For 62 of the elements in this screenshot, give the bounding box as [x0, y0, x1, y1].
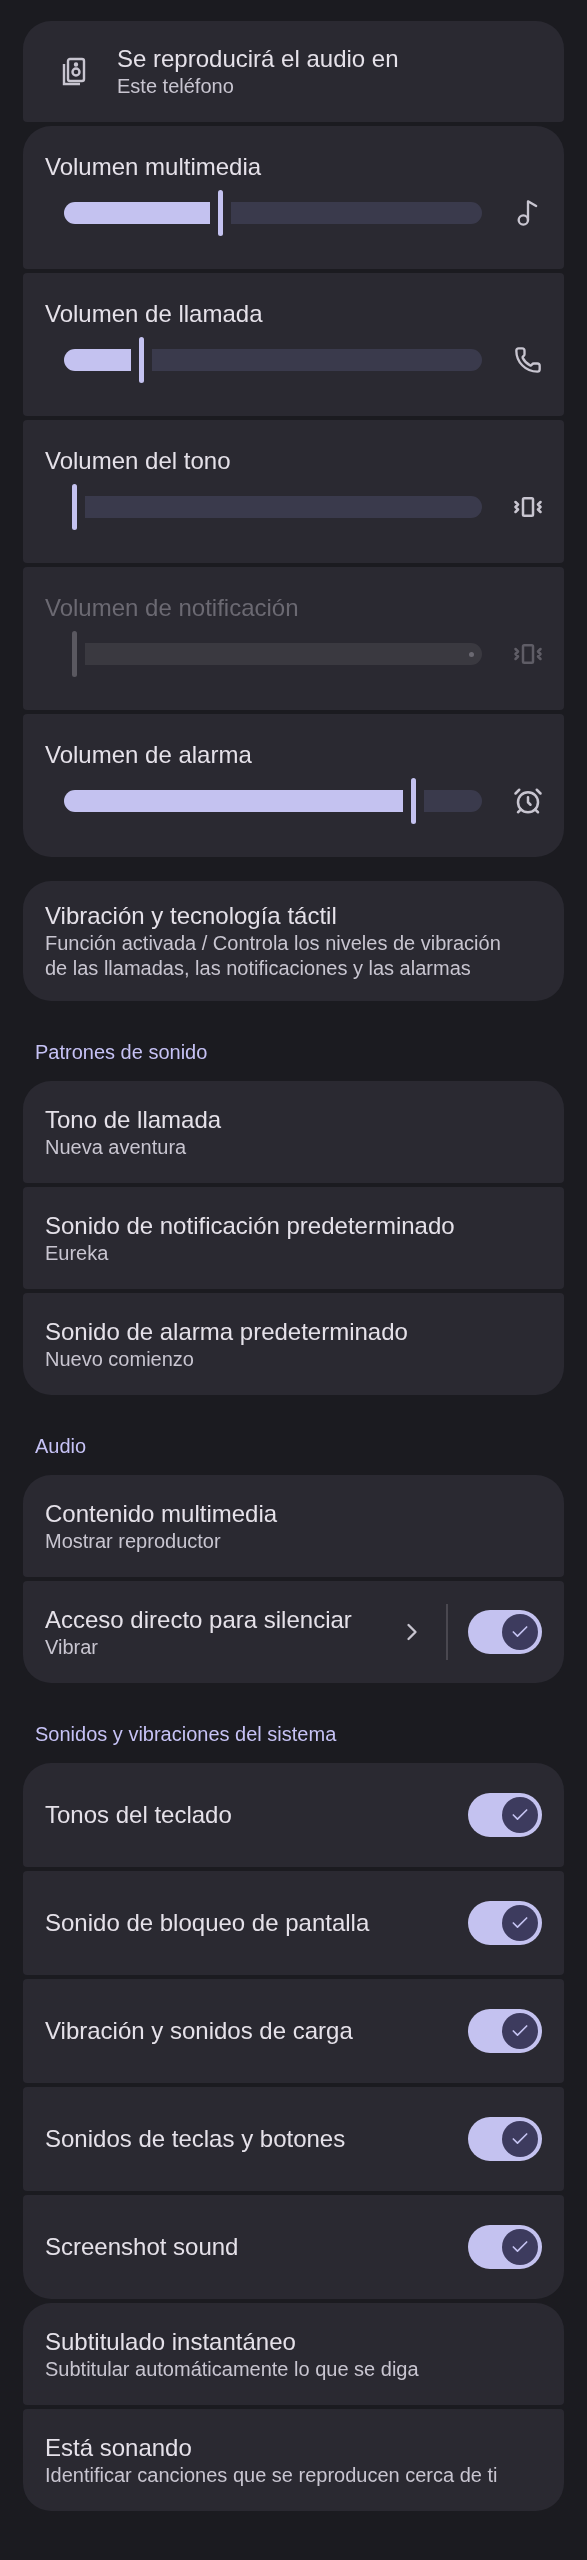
section-header: Sonidos y vibraciones del sistema: [34, 1722, 338, 1747]
row-title: Subtitulado instantáneo: [45, 2326, 297, 2357]
row-subtitle: Mostrar reproductor: [45, 1528, 222, 1554]
section-header: Audio: [34, 1434, 88, 1459]
section-header: Patrones de sonido: [34, 1040, 209, 1065]
audio-output-card[interactable]: Se reproducirá el audio en Este teléfono: [23, 21, 564, 122]
toggle-switch[interactable]: [468, 2225, 542, 2269]
toggle-switch[interactable]: [468, 2117, 542, 2161]
slider-track: [423, 790, 482, 812]
toggle-switch[interactable]: [468, 2009, 542, 2053]
row-subtitle: Identificar canciones que se reproducen cerca de ti: [45, 2462, 499, 2488]
volume-label: Volumen de notificación: [45, 593, 300, 623]
volume-slider[interactable]: [64, 337, 482, 383]
row-title: Sonido de notificación predeterminado: [45, 1210, 456, 1241]
row-subtitle: Nuevo comienzo: [45, 1346, 195, 1372]
settings-row[interactable]: Sonidos de teclas y botones: [23, 2087, 564, 2191]
settings-row[interactable]: Sonido de notificación predeterminado Eureka: [23, 1187, 564, 1289]
row-title: Sonido de alarma predeterminado: [45, 1316, 409, 1347]
output-title: Se reproducirá el audio en: [117, 44, 399, 74]
row-title: Tonos del teclado: [45, 1800, 233, 1830]
settings-row[interactable]: Contenido multimedia Mostrar reproductor: [23, 1475, 564, 1577]
phone-icon: [514, 346, 542, 374]
volume-label: Volumen multimedia: [45, 152, 263, 182]
row-title: Tono de llamada: [45, 1104, 223, 1135]
row-subtitle: Vibrar: [45, 1634, 99, 1660]
volume-slider[interactable]: [64, 190, 482, 236]
volume-label: Volumen del tono: [45, 446, 232, 476]
slider-thumb[interactable]: [72, 484, 77, 530]
slider-thumb[interactable]: [138, 337, 144, 383]
volume-slider[interactable]: [64, 778, 482, 824]
volume-label: Volumen de alarma: [45, 740, 253, 770]
row-subtitle: Eureka: [45, 1240, 110, 1266]
row-title: Contenido multimedia: [45, 1498, 279, 1529]
row-title: Está sonando: [45, 2432, 193, 2463]
output-subtitle: Este teléfono: [117, 74, 235, 99]
row-subtitle: Nueva aventura: [45, 1134, 188, 1160]
alarm-clock-icon: [513, 786, 543, 816]
settings-row[interactable]: Sonido de bloqueo de pantalla: [23, 1871, 564, 1975]
settings-row[interactable]: Subtitulado instantáneo Subtitular automáticamente lo que se diga: [23, 2303, 564, 2405]
toggle-switch[interactable]: [468, 1901, 542, 1945]
settings-row[interactable]: Tonos del teclado: [23, 1763, 564, 1867]
toggle-switch[interactable]: [468, 1793, 542, 1837]
row-title: Acceso directo para silenciar: [45, 1604, 353, 1635]
row-title: Vibración y tecnología táctil: [45, 901, 338, 931]
volume-label: Volumen de llamada: [45, 299, 264, 329]
settings-row[interactable]: Sonido de alarma predeterminado Nuevo comienzo: [23, 1293, 564, 1395]
vibration-card[interactable]: Vibración y tecnología táctil Función activada / Controla los niveles de vibración de las llamadas, las notificaciones y las alarmas: [23, 881, 564, 1001]
slider-thumb[interactable]: [410, 778, 416, 824]
row-subtitle: Función activada / Controla los niveles de vibración de las llamadas, las notificaciones y las alarmas: [45, 931, 502, 981]
toggle-switch[interactable]: [468, 1610, 542, 1654]
row-title: Sonidos de teclas y botones: [45, 2124, 347, 2154]
settings-row[interactable]: Vibración y sonidos de carga: [23, 1979, 564, 2083]
settings-row[interactable]: Screenshot sound: [23, 2195, 564, 2299]
settings-row[interactable]: Está sonando Identificar canciones que se reproducen cerca de ti: [23, 2409, 564, 2511]
row-title: Screenshot sound: [45, 2232, 240, 2262]
settings-row[interactable]: Acceso directo para silenciar Vibrar: [23, 1581, 564, 1683]
row-title: Vibración y sonidos de carga: [45, 2016, 354, 2046]
row-title: Sonido de bloqueo de pantalla: [45, 1908, 371, 1938]
speaker-icon: [61, 56, 87, 87]
row-subtitle: Subtitular automáticamente lo que se diga: [45, 2356, 420, 2382]
settings-row[interactable]: Tono de llamada Nueva aventura: [23, 1081, 564, 1183]
slider-thumb[interactable]: [218, 190, 224, 236]
